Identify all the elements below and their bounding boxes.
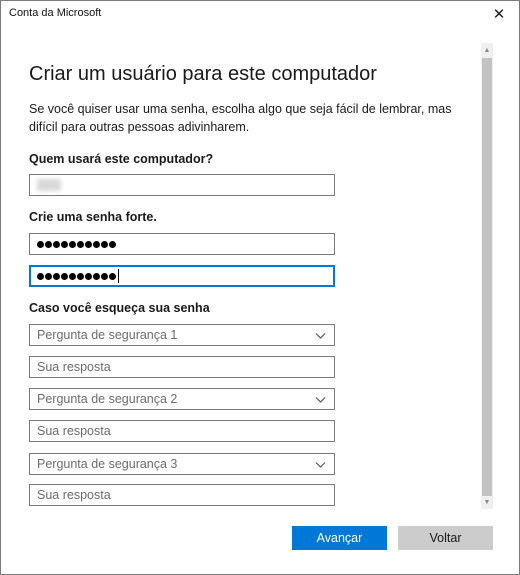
account-dialog: Conta da Microsoft ✕ Criar um usuário pa…: [0, 0, 520, 575]
vertical-scrollbar[interactable]: ▲ ▼: [481, 43, 493, 509]
close-button[interactable]: ✕: [479, 1, 519, 27]
security-answer-1-placeholder: Sua resposta: [37, 360, 111, 374]
confirm-password-mask: [37, 272, 116, 280]
blurred-username-value: [37, 179, 61, 191]
security-answer-2-input[interactable]: Sua resposta: [29, 420, 335, 442]
security-answer-3-placeholder: Sua resposta: [37, 488, 111, 502]
security-question-2-placeholder: Pergunta de segurança 2: [37, 392, 178, 406]
password-dot: [77, 240, 84, 248]
password-dot: [85, 272, 92, 280]
password-dot: [37, 272, 44, 280]
username-label: Quem usará este computador?: [29, 152, 214, 166]
password-dot: [37, 240, 44, 248]
password-dot: [53, 240, 60, 248]
password-dot: [77, 272, 84, 280]
scroll-down-arrow-icon[interactable]: ▼: [481, 495, 493, 509]
security-answer-1-input[interactable]: Sua resposta: [29, 356, 335, 378]
password-mask: [37, 240, 116, 248]
password-dot: [109, 240, 116, 248]
scrollbar-thumb[interactable]: [482, 58, 492, 496]
password-dot: [61, 240, 68, 248]
security-question-1-placeholder: Pergunta de segurança 1: [37, 328, 178, 342]
username-input[interactable]: [29, 174, 335, 196]
password-dot: [93, 272, 100, 280]
chevron-down-icon: [315, 461, 326, 468]
password-dot: [45, 240, 52, 248]
password-dot: [53, 272, 60, 280]
security-answer-2-placeholder: Sua resposta: [37, 424, 111, 438]
chevron-down-icon: [315, 396, 326, 403]
security-answer-3-input[interactable]: Sua resposta: [29, 484, 335, 506]
password-input[interactable]: [29, 233, 335, 255]
confirm-password-input[interactable]: [29, 265, 335, 287]
security-question-3-placeholder: Pergunta de segurança 3: [37, 457, 178, 471]
page-description: Se você quiser usar uma senha, escolha a…: [29, 102, 452, 134]
security-question-3-select[interactable]: Pergunta de segurança 3: [29, 453, 335, 475]
chevron-down-icon: [315, 332, 326, 339]
title-bar: Conta da Microsoft ✕: [1, 1, 519, 27]
security-question-1-select[interactable]: Pergunta de segurança 1: [29, 324, 335, 346]
text-caret: [118, 269, 119, 283]
scroll-up-arrow-icon[interactable]: ▲: [481, 43, 493, 57]
password-dot: [101, 272, 108, 280]
password-dot: [85, 240, 92, 248]
password-dot: [93, 240, 100, 248]
close-icon: ✕: [492, 6, 506, 23]
password-dot: [101, 240, 108, 248]
password-dot: [109, 272, 116, 280]
security-question-2-select[interactable]: Pergunta de segurança 2: [29, 388, 335, 410]
password-dot: [69, 272, 76, 280]
password-dot: [61, 272, 68, 280]
next-button[interactable]: Avançar: [292, 526, 387, 550]
recovery-label: Caso você esqueça sua senha: [29, 301, 210, 315]
page-title: Criar um usuário para este computador: [29, 63, 377, 85]
password-dot: [69, 240, 76, 248]
window-title: Conta da Microsoft: [9, 7, 102, 19]
password-label: Crie uma senha forte.: [29, 210, 157, 224]
back-button[interactable]: Voltar: [398, 526, 493, 550]
password-dot: [45, 272, 52, 280]
